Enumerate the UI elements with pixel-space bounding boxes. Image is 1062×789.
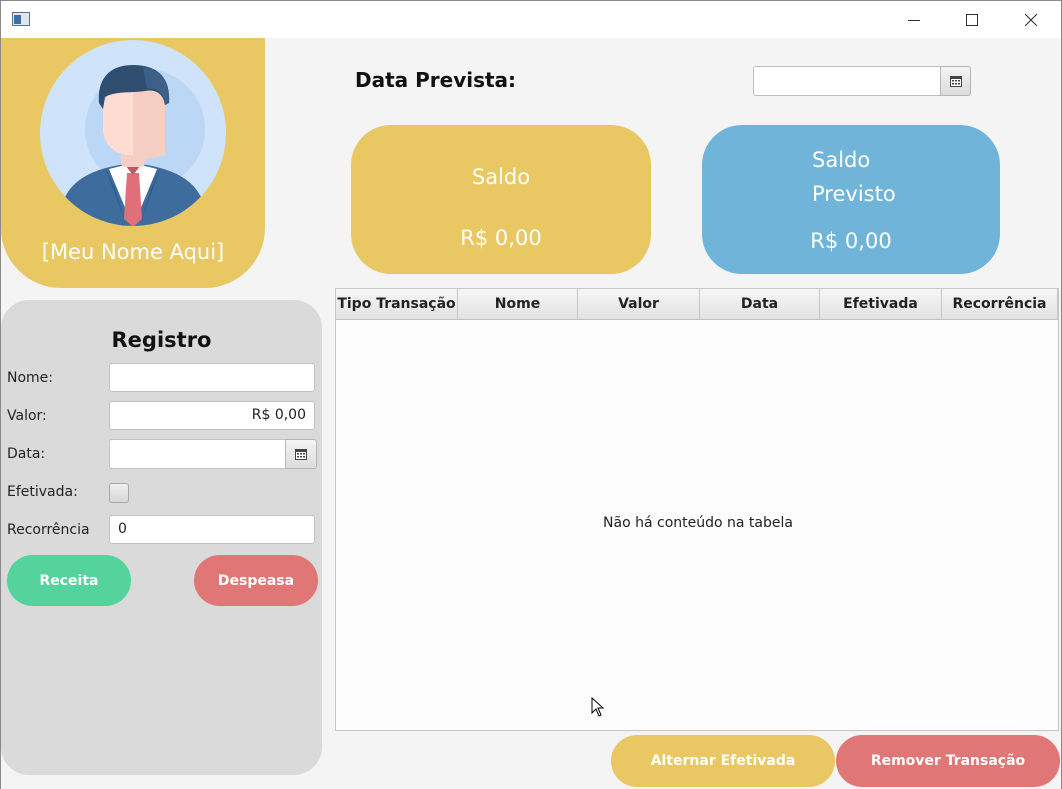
profile-name: [Meu Nome Aqui]	[41, 240, 225, 264]
efetivada-checkbox[interactable]	[109, 483, 129, 503]
title-bar	[0, 0, 1062, 38]
close-icon	[1025, 13, 1037, 26]
efetivada-label: Efetivada:	[7, 484, 78, 500]
receita-button[interactable]: Receita	[7, 555, 131, 606]
column-data[interactable]: Data	[700, 289, 820, 319]
recorrencia-field[interactable]: 0	[109, 515, 315, 544]
alternar-efetivada-button[interactable]: Alternar Efetivada	[611, 735, 835, 787]
valor-label: Valor:	[7, 408, 47, 424]
nome-label: Nome:	[7, 370, 54, 386]
maximize-icon	[966, 13, 978, 26]
minimize-icon	[908, 19, 920, 21]
calendar-icon	[295, 448, 307, 460]
maximize-button[interactable]	[942, 1, 1002, 38]
nome-field[interactable]	[109, 363, 315, 392]
saldo-value: R$ 0,00	[460, 226, 542, 250]
column-nome[interactable]: Nome	[458, 289, 578, 319]
column-tipo-transacao[interactable]: Tipo Transação	[336, 289, 458, 319]
column-recorrencia[interactable]: Recorrência	[942, 289, 1058, 319]
data-field[interactable]	[109, 439, 286, 469]
saldo-previsto-title-line2: Previsto	[812, 182, 896, 206]
transactions-table[interactable]: Tipo Transação Nome Valor Data Efetivada…	[335, 288, 1059, 731]
column-valor[interactable]: Valor	[578, 289, 700, 319]
column-efetivada[interactable]: Efetivada	[820, 289, 942, 319]
data-prevista-picker	[753, 66, 971, 96]
recorrencia-label: Recorrência	[7, 522, 90, 538]
saldo-previsto-title-line1: Saldo	[812, 148, 871, 172]
saldo-title: Saldo	[471, 165, 531, 189]
close-button[interactable]	[1001, 1, 1061, 38]
app-icon	[12, 12, 30, 26]
registro-title: Registro	[111, 328, 212, 352]
saldo-card: Saldo R$ 0,00	[351, 125, 651, 274]
data-prevista-label: Data Prevista:	[355, 68, 517, 92]
data-prevista-field[interactable]	[753, 66, 941, 96]
data-date-picker	[109, 439, 317, 469]
saldo-previsto-card: Saldo Previsto R$ 0,00	[702, 125, 1000, 274]
table-header: Tipo Transação Nome Valor Data Efetivada…	[336, 289, 1058, 320]
saldo-previsto-value: R$ 0,00	[810, 229, 892, 253]
calendar-icon	[949, 75, 962, 87]
user-avatar	[40, 40, 226, 226]
mouse-cursor-icon	[591, 697, 605, 717]
remover-transacao-button[interactable]: Remover Transação	[836, 735, 1060, 787]
valor-field[interactable]: R$ 0,00	[109, 401, 315, 430]
table-empty-message: Não há conteúdo na tabela	[603, 515, 793, 531]
data-label: Data:	[7, 446, 46, 462]
data-calendar-button[interactable]	[285, 439, 317, 469]
registro-panel: Registro Nome: Valor: R$ 0,00 Data: Efet…	[1, 300, 322, 775]
despesa-button[interactable]: Despeasa	[194, 555, 318, 606]
minimize-button[interactable]	[884, 1, 944, 38]
profile-panel: [Meu Nome Aqui]	[1, 38, 265, 288]
data-prevista-calendar-button[interactable]	[940, 66, 971, 96]
